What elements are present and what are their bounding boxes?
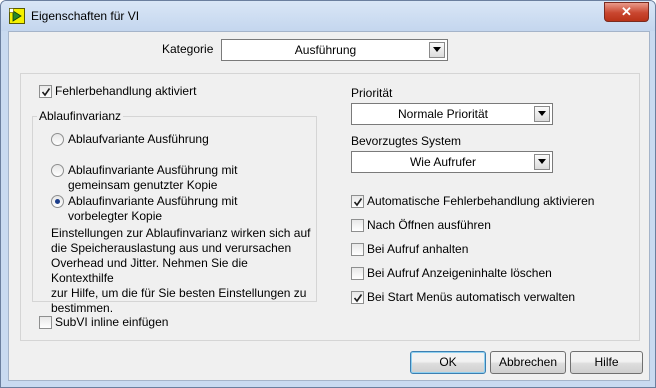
cancel-button[interactable]: Abbrechen: [490, 351, 566, 374]
priority-label: Priorität: [351, 86, 393, 100]
option-label-line2: gemeinsam genutzter Kopie: [68, 178, 218, 192]
info-line: Overhead und Jitter. Nehmen Sie die Kont…: [51, 256, 248, 285]
inline-subvi-label: SubVI inline einfügen: [55, 315, 169, 329]
info-line: Einstellungen zur Ablaufinvarianz wirken…: [51, 226, 311, 240]
info-line: bestimmen.: [51, 301, 114, 315]
run-when-opened-checkbox[interactable]: Nach Öffnen ausführen: [351, 218, 631, 234]
category-select[interactable]: Ausführung: [221, 39, 448, 61]
preferred-system-select[interactable]: Wie Aufrufer: [351, 151, 553, 173]
reentrancy-group-title: Ablaufinvarianz: [37, 109, 124, 123]
labview-vi-icon: [9, 8, 25, 24]
priority-select[interactable]: Normale Priorität: [351, 103, 553, 125]
title-bar[interactable]: Eigenschaften für VI ✕: [1, 1, 655, 31]
checkbox-box[interactable]: [351, 243, 364, 256]
category-label: Kategorie: [162, 42, 214, 56]
radio-button[interactable]: [51, 133, 64, 146]
reentrancy-option-non-reentrant[interactable]: Ablaufvariante Ausführung: [51, 132, 281, 148]
checkbox-label: Bei Aufruf Anzeigeninhalte löschen: [367, 266, 552, 280]
error-handling-checkbox[interactable]: Fehlerbehandlung aktiviert: [39, 84, 239, 100]
checkbox-box[interactable]: [39, 316, 52, 329]
auto-handle-menus-checkbox[interactable]: Bei Start Menüs automatisch verwalten: [351, 290, 631, 306]
help-button[interactable]: Hilfe: [570, 351, 643, 374]
error-handling-label: Fehlerbehandlung aktiviert: [55, 84, 197, 98]
dialog-body: Kategorie Ausführung Fehlerbehandlung ak…: [8, 31, 650, 381]
reentrancy-option-preallocated-clone[interactable]: Ablaufinvariante Ausführung mit vorbeleg…: [51, 194, 281, 226]
chevron-down-icon[interactable]: [429, 42, 445, 58]
suspend-when-called-checkbox[interactable]: Bei Aufruf anhalten: [351, 242, 631, 258]
option-label-line1: Ablaufinvariante Ausführung mit: [68, 163, 238, 177]
checkbox-label: Automatische Fehlerbehandlung aktivieren: [367, 194, 595, 208]
checkbox-box[interactable]: [351, 195, 364, 208]
radio-button[interactable]: [51, 164, 64, 177]
checkbox-box[interactable]: [39, 85, 52, 98]
checkbox-box[interactable]: [351, 267, 364, 280]
auto-error-handling-checkbox[interactable]: Automatische Fehlerbehandlung aktivieren: [351, 194, 631, 210]
close-button[interactable]: ✕: [604, 2, 649, 22]
option-label-line2: vorbelegter Kopie: [68, 209, 163, 223]
window-title: Eigenschaften für VI: [31, 9, 140, 23]
reentrancy-option-shared-clone[interactable]: Ablaufinvariante Ausführung mit gemeinsa…: [51, 163, 281, 195]
info-line: die Speicherauslastung aus und verursach…: [51, 241, 292, 255]
option-label-line1: Ablaufinvariante Ausführung mit: [68, 194, 238, 208]
preferred-system-value: Wie Aufrufer: [409, 155, 477, 169]
priority-value: Normale Priorität: [397, 107, 489, 121]
ok-button[interactable]: OK: [410, 351, 486, 374]
checkbox-label: Nach Öffnen ausführen: [367, 218, 491, 232]
clear-indicators-checkbox[interactable]: Bei Aufruf Anzeigeninhalte löschen: [351, 266, 631, 282]
chevron-down-icon[interactable]: [534, 154, 550, 170]
category-value: Ausführung: [294, 43, 357, 57]
option-label: Ablaufvariante Ausführung: [68, 132, 209, 146]
checkbox-label: Bei Start Menüs automatisch verwalten: [367, 290, 576, 304]
properties-dialog: Eigenschaften für VI ✕ Kategorie Ausführ…: [0, 0, 656, 388]
radio-button-selected[interactable]: [51, 195, 64, 208]
reentrancy-info-text: Einstellungen zur Ablaufinvarianz wirken…: [51, 226, 313, 316]
preferred-system-label: Bevorzugtes System: [351, 134, 462, 148]
checkbox-label: Bei Aufruf anhalten: [367, 242, 469, 256]
checkbox-box[interactable]: [351, 219, 364, 232]
checkbox-box[interactable]: [351, 291, 364, 304]
chevron-down-icon[interactable]: [534, 106, 550, 122]
info-line: zur Hilfe, um die für Sie besten Einstel…: [51, 286, 307, 300]
close-icon: ✕: [621, 4, 632, 19]
inline-subvi-checkbox[interactable]: SubVI inline einfügen: [39, 315, 239, 331]
